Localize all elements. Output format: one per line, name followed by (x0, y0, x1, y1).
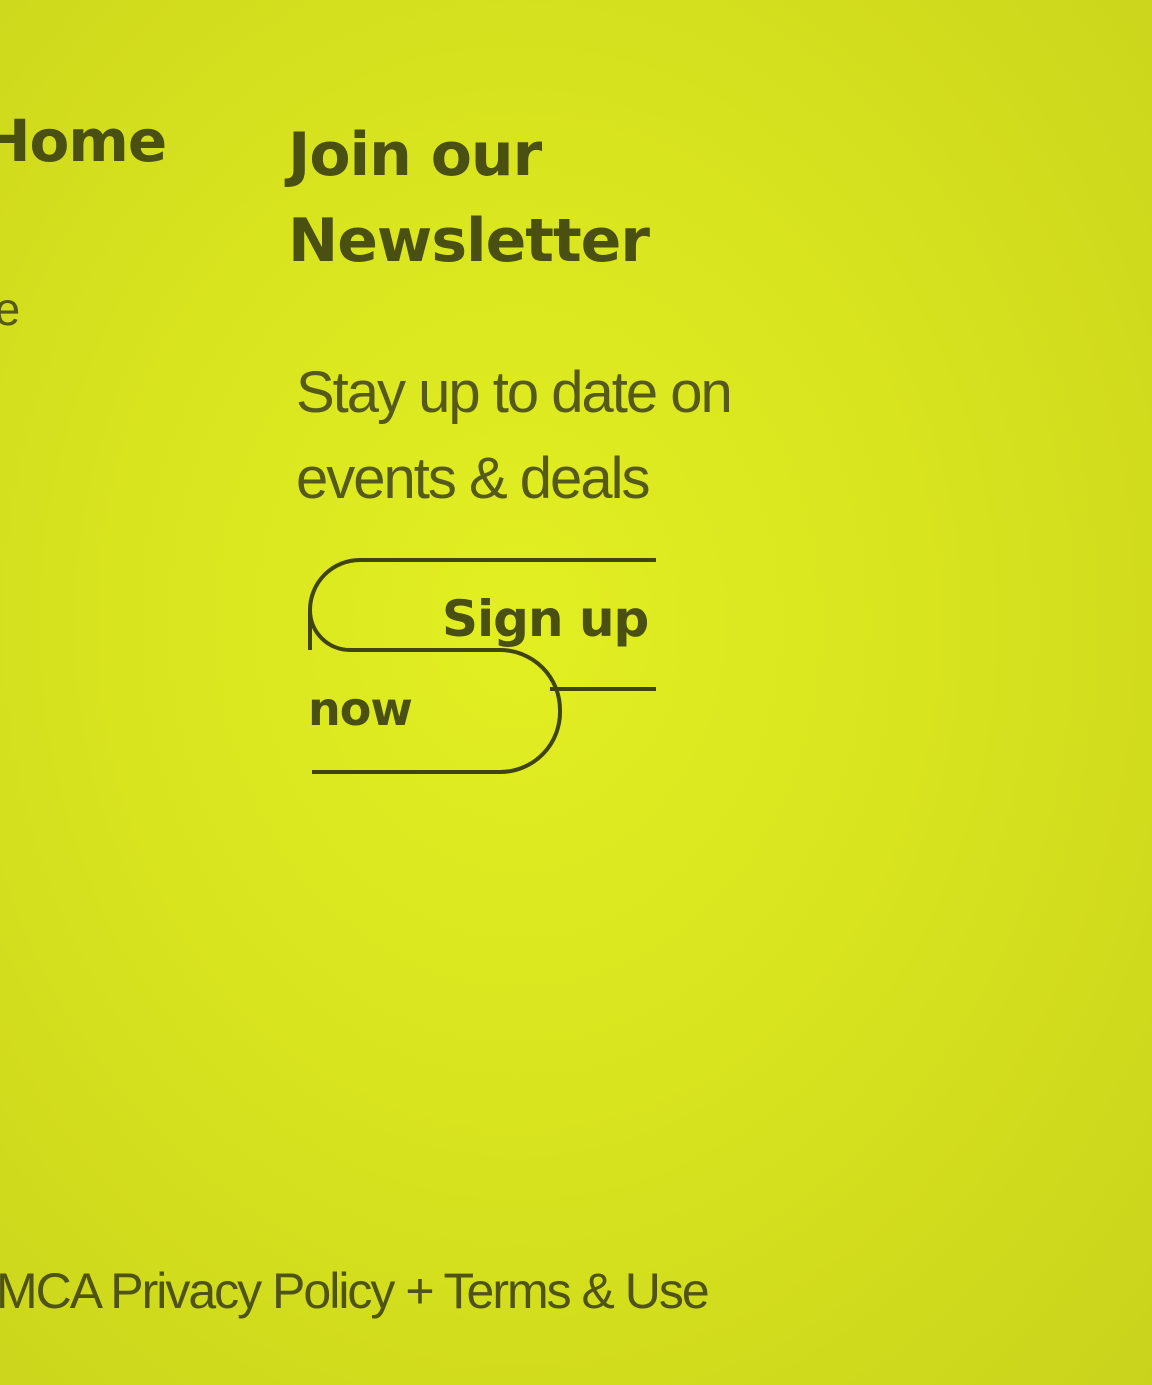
nav-link-partial-1[interactable]: nce (0, 282, 20, 336)
newsletter-section: Join our Newsletter Stay up to date on e… (288, 112, 848, 511)
newsletter-title-line1: Join our (288, 120, 542, 190)
newsletter-text-line1: Stay up to date on (296, 360, 733, 425)
terms-of-use-link[interactable]: Terms & Use (444, 1263, 710, 1319)
footer-nav-column: Home nce e (0, 112, 167, 335)
sign-up-label-line1: Sign up (442, 590, 649, 648)
newsletter-description: Stay up to date on events & deals (296, 350, 836, 522)
newsletter-title: Join our Newsletter (288, 112, 848, 284)
footer-separator: + (405, 1263, 434, 1319)
newsletter-title-line2: Newsletter (288, 206, 650, 276)
newsletter-text-line2: events & deals (296, 446, 650, 511)
privacy-policy-link[interactable]: MCA Privacy Policy (0, 1263, 395, 1319)
sign-up-now-button[interactable]: Sign up now (300, 552, 670, 782)
sign-up-button-outline (307, 558, 656, 774)
sign-up-label-line2: now (308, 682, 413, 736)
nav-heading-home[interactable]: Home (0, 112, 167, 170)
footer-legal-links: MCA Privacy Policy + Terms & Use (0, 1262, 710, 1320)
